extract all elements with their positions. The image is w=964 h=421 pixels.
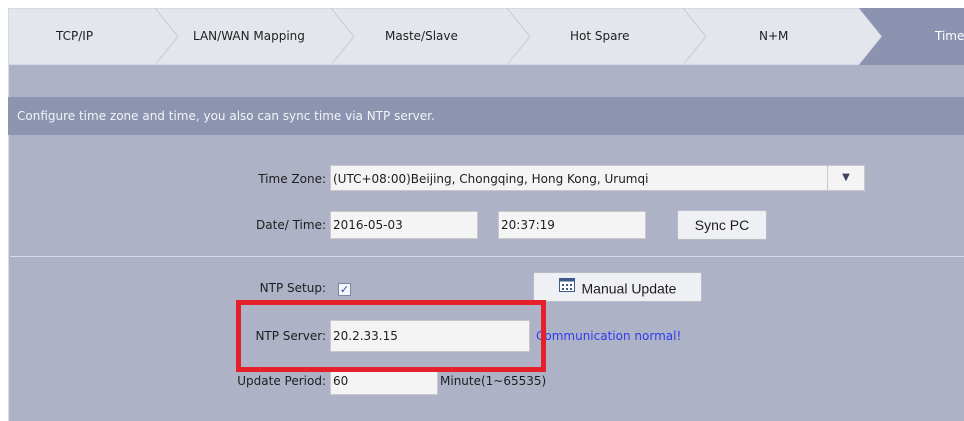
time-zone-label: Time Zone: xyxy=(258,172,326,186)
tab-lan-wan-mapping[interactable]: LAN/WAN Mapping xyxy=(154,8,355,65)
sync-pc-label: Sync PC xyxy=(694,217,750,233)
tab-tcp-ip[interactable]: TCP/IP xyxy=(8,8,179,65)
tab-label: N+M xyxy=(759,29,789,43)
calendar-icon xyxy=(558,273,575,301)
time-settings-panel: TCP/IP LAN/WAN Mapping Maste/Slave Hot S… xyxy=(8,8,964,421)
sync-pc-button[interactable]: Sync PC xyxy=(677,210,767,240)
tab-label: Time xyxy=(935,29,964,43)
ntp-setup-label: NTP Setup: xyxy=(259,281,326,295)
tab-bar: TCP/IP LAN/WAN Mapping Maste/Slave Hot S… xyxy=(8,8,964,65)
description-bar: Configure time zone and time, you also c… xyxy=(8,97,964,135)
time-zone-select[interactable]: (UTC+08:00)Beijing, Chongqing, Hong Kong… xyxy=(330,165,865,191)
update-period-unit: Minute(1~65535) xyxy=(440,374,547,388)
manual-update-button[interactable]: Manual Update xyxy=(533,272,702,302)
tab-label: LAN/WAN Mapping xyxy=(193,29,305,43)
tab-label: TCP/IP xyxy=(56,29,94,43)
manual-update-label: Manual Update xyxy=(581,280,677,297)
ntp-setup-checkbox[interactable]: ✓ xyxy=(338,283,351,296)
highlight-box xyxy=(236,300,546,372)
chevron-down-icon[interactable]: ▼ xyxy=(827,166,864,190)
tab-label: Maste/Slave xyxy=(385,29,458,43)
date-time-label: Date/ Time: xyxy=(256,218,326,232)
tab-master-slave[interactable]: Maste/Slave xyxy=(330,8,531,65)
tab-hot-spare[interactable]: Hot Spare xyxy=(506,8,707,65)
time-zone-value: (UTC+08:00)Beijing, Chongqing, Hong Kong… xyxy=(333,172,649,186)
ntp-status-text: Communication normal! xyxy=(536,329,682,343)
section-divider xyxy=(10,256,964,257)
date-field[interactable]: 2016-05-03 xyxy=(330,211,478,239)
update-period-label: Update Period: xyxy=(237,374,326,388)
tab-time[interactable]: Time xyxy=(859,8,964,65)
tab-label: Hot Spare xyxy=(570,29,630,43)
time-field[interactable]: 20:37:19 xyxy=(498,211,646,239)
tab-n-plus-m[interactable]: N+M xyxy=(682,8,883,65)
